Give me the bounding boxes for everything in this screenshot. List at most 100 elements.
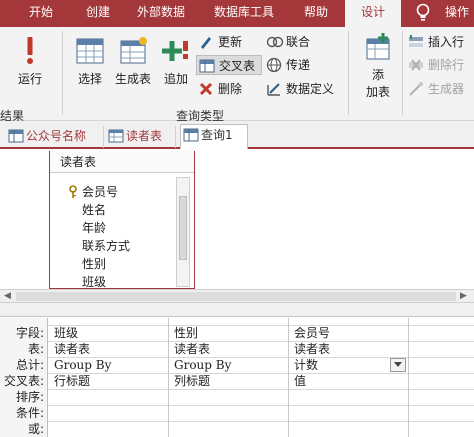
field-list-scrollbar[interactable] (176, 177, 190, 287)
field-list-window[interactable]: 读者表 会员号 姓名 年龄 联系方式 性别 班级 (49, 151, 195, 289)
insert-row-label: 插入行 (428, 35, 465, 49)
scrollbar-thumb[interactable] (179, 196, 187, 260)
select-query-label: 选择 (77, 72, 102, 86)
query-icon (183, 128, 199, 142)
field-item[interactable]: 性别 (82, 255, 106, 273)
primary-key-icon (69, 185, 77, 198)
grid-cell-table[interactable]: 读者表 (168, 342, 210, 356)
total-dropdown-button[interactable] (390, 358, 406, 372)
grid-cell-crosstab[interactable]: 值 (288, 374, 306, 388)
grid-cell-total[interactable]: Group By (168, 358, 231, 372)
tab-help[interactable]: 帮助 (296, 0, 336, 27)
add-table-button[interactable]: 添 加表 (356, 33, 400, 100)
union-query-label: 联合 (286, 35, 311, 49)
doc-tab-label: 读者表 (126, 129, 163, 143)
ribbon: 运行 选择 生成表 追加 更新 交叉表 删除 联合 传递 数据定义 添 加表 插… (0, 27, 474, 123)
pencil-icon (201, 37, 211, 49)
row-label-sort: 排序: (15, 390, 44, 404)
grid-cell-field[interactable]: 性别 (168, 326, 198, 340)
doc-tab-label: 查询1 (201, 128, 233, 142)
add-table-label-line2: 加表 (365, 85, 390, 99)
field-item[interactable]: 年龄 (82, 219, 106, 237)
separator (402, 31, 403, 115)
doc-tab-reader-table[interactable]: 读者表 (106, 126, 176, 148)
grid-column-divider (408, 318, 409, 437)
upper-horizontal-scrollbar[interactable]: ◀ ▶ (0, 289, 474, 303)
separator (62, 31, 63, 115)
scroll-right-arrow-icon[interactable]: ▶ (460, 291, 467, 301)
grid-line (48, 421, 474, 422)
lightbulb-icon[interactable] (416, 3, 430, 23)
make-table-icon (120, 37, 147, 64)
grid-line (48, 405, 474, 406)
grid-cell-total[interactable]: 计数 (288, 358, 318, 372)
row-label-criteria: 条件: (15, 406, 44, 420)
delete-row-label: 删除行 (428, 58, 465, 72)
field-list-title[interactable]: 读者表 (50, 151, 194, 173)
crosstab-query-button[interactable]: 交叉表 (196, 55, 262, 75)
document-tabs: 公众号名称 读者表 查询1 (0, 121, 474, 149)
field-item[interactable]: 联系方式 (82, 237, 130, 255)
insert-row-button[interactable]: 插入行 (406, 32, 464, 52)
grid-cell-total[interactable]: Group By (48, 358, 111, 372)
builder-label: 生成器 (428, 82, 465, 96)
doc-tab-gongzhonghao[interactable]: 公众号名称 (6, 126, 104, 148)
select-query-button[interactable]: 选择 (70, 35, 110, 87)
grid-cell-field[interactable]: 会员号 (288, 326, 330, 340)
delete-query-button[interactable]: 删除 (196, 79, 242, 99)
grid-cell-field[interactable]: 班级 (48, 326, 78, 340)
grid-cell-table[interactable]: 读者表 (48, 342, 90, 356)
field-item[interactable]: 会员号 (82, 183, 118, 201)
make-table-button[interactable]: 生成表 (110, 35, 156, 87)
scroll-left-arrow-icon[interactable]: ◀ (4, 291, 11, 301)
append-query-button[interactable]: 追加 (158, 35, 194, 87)
update-query-button[interactable]: 更新 (196, 32, 242, 52)
delete-row-button[interactable]: 删除行 (406, 55, 464, 75)
grid-cell-crosstab[interactable]: 列标题 (168, 374, 210, 388)
data-definition-icon (267, 83, 280, 96)
add-table-icon (366, 33, 390, 60)
passthrough-query-label: 传递 (286, 58, 311, 72)
tab-home[interactable]: 开始 (18, 0, 64, 27)
delete-x-icon (199, 82, 213, 96)
delete-query-label: 删除 (218, 82, 243, 96)
field-item[interactable]: 姓名 (82, 201, 106, 219)
add-table-label-line1: 添 (371, 68, 384, 82)
builder-button[interactable]: 生成器 (406, 79, 464, 99)
passthrough-query-button[interactable]: 传递 (264, 55, 310, 75)
data-definition-label: 数据定义 (286, 82, 335, 96)
tab-database-tools[interactable]: 数据库工具 (204, 0, 284, 27)
union-query-button[interactable]: 联合 (264, 32, 310, 52)
row-label-or: 或: (27, 422, 44, 436)
data-definition-button[interactable]: 数据定义 (264, 79, 334, 99)
grid-line (48, 357, 474, 358)
tab-external-data[interactable]: 外部数据 (130, 0, 192, 27)
globe-icon (266, 57, 282, 73)
row-label-table: 表: (27, 342, 44, 356)
make-table-label: 生成表 (114, 72, 151, 86)
append-plus-icon (162, 41, 188, 61)
query-design-grid: 字段: 表: 总计: 交叉表: 排序: 条件: 或: 班级 读者表 Group … (0, 318, 474, 437)
tab-create[interactable]: 创建 (78, 0, 118, 27)
grid-cell-crosstab[interactable]: 行标题 (48, 374, 90, 388)
row-label-field: 字段: (15, 326, 44, 340)
tab-design[interactable]: 设计 (345, 0, 401, 28)
update-query-label: 更新 (218, 35, 243, 49)
table-grid-icon (76, 38, 104, 64)
pane-splitter[interactable] (0, 303, 474, 317)
doc-tab-query1[interactable]: 查询1 (180, 124, 248, 149)
crosstab-icon (199, 59, 215, 73)
row-label-total: 总计: (15, 358, 44, 372)
delete-row-icon (409, 59, 423, 71)
grid-line (48, 373, 474, 374)
doc-tab-label: 公众号名称 (26, 129, 87, 143)
grid-cell-table[interactable]: 读者表 (288, 342, 330, 356)
grid-line (48, 389, 474, 390)
grid-line (48, 325, 474, 326)
tab-operations[interactable]: 操作 (440, 0, 474, 27)
query-design-upper-pane: 读者表 会员号 姓名 年龄 联系方式 性别 班级 (0, 151, 474, 289)
scrollbar-thumb[interactable] (16, 292, 456, 301)
grid-line (48, 341, 474, 342)
run-button[interactable]: 运行 (10, 33, 50, 87)
query-icon (8, 129, 24, 143)
